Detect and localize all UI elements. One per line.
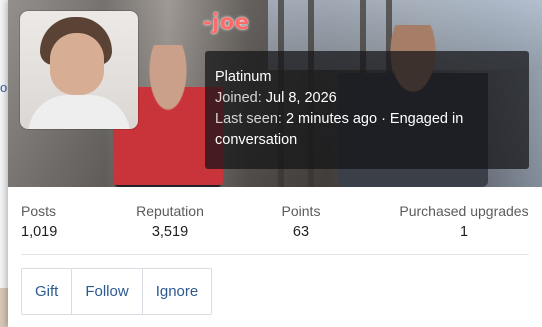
divider [21, 254, 529, 255]
stat-purchased-upgrades[interactable]: Purchased upgrades 1 [395, 203, 533, 240]
joined-label: Joined: [215, 90, 262, 106]
member-stats: Posts 1,019 Reputation 3,519 Points 63 P… [8, 187, 542, 255]
stat-value: 63 [292, 224, 310, 240]
avatar[interactable] [20, 11, 138, 129]
last-seen-line: Last seen: 2 minutes ago · Engaged in [215, 109, 519, 130]
last-seen-activity: conversation [215, 132, 298, 148]
last-seen-label: Last seen: [215, 111, 282, 127]
username[interactable]: -joe [203, 10, 250, 34]
profile-info-box: Platinum Joined: Jul 8, 2026 Last seen: … [205, 51, 529, 169]
ignore-button[interactable]: Ignore [142, 269, 212, 314]
stat-label: Points [281, 203, 321, 219]
stat-label: Purchased upgrades [399, 203, 529, 219]
member-actions: Gift Follow Ignore [21, 268, 213, 315]
stat-reputation[interactable]: Reputation 3,519 [134, 203, 206, 240]
gift-button[interactable]: Gift [22, 269, 73, 314]
stat-points[interactable]: Points 63 [276, 203, 326, 240]
follow-button[interactable]: Follow [72, 269, 143, 314]
stat-value: 1,019 [21, 224, 58, 240]
joined-line: Joined: Jul 8, 2026 [215, 88, 519, 109]
stat-posts[interactable]: Posts 1,019 [21, 203, 57, 240]
stat-label: Reputation [136, 203, 204, 219]
member-tooltip-card: -joe Platinum Joined: Jul 8, 2026 Last s… [8, 0, 542, 327]
last-seen-value: 2 minutes ago · Engaged in [285, 111, 464, 127]
stat-label: Posts [21, 203, 57, 219]
stat-value: 1 [459, 224, 469, 240]
joined-date: Jul 8, 2026 [265, 90, 337, 106]
stat-value: 3,519 [151, 224, 189, 240]
user-rank: Platinum [215, 69, 272, 85]
background-link-fragment[interactable]: o [0, 80, 7, 95]
